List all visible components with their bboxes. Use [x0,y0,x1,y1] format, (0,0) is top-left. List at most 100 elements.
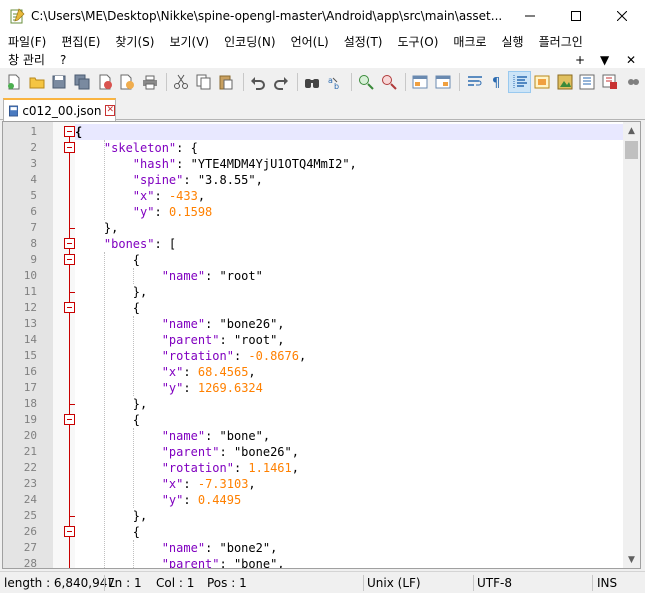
menu-item[interactable]: 플러그인 [531,33,590,50]
word-wrap-button[interactable] [464,72,485,92]
close-all-button[interactable] [117,72,138,92]
print-button[interactable] [139,72,160,92]
fold-toggle-icon[interactable] [64,238,75,249]
code-line[interactable]: { [75,124,623,140]
status-encoding[interactable]: UTF-8 [477,575,512,591]
document-map-button[interactable] [555,72,576,92]
code-line[interactable]: }, [75,220,623,236]
maximize-button[interactable] [553,0,599,32]
code-line[interactable]: "bones": [ [75,236,623,252]
menu-item[interactable]: 보기(V) [161,33,216,50]
sync-vertical-button[interactable] [410,72,431,92]
code-line[interactable]: { [75,524,623,540]
code-line[interactable]: "x": -7.3103, [75,476,623,492]
menu-item[interactable]: ? [52,53,73,67]
code-line[interactable]: "parent": "root", [75,332,623,348]
code-line[interactable]: }, [75,284,623,300]
tab-list-control[interactable]: ▼ [600,51,609,68]
menu-bar-row2: 창 관리? [0,51,645,68]
code-line[interactable]: { [75,252,623,268]
open-file-button[interactable] [27,72,48,92]
find-button[interactable] [302,72,323,92]
fold-toggle-icon[interactable] [64,142,75,153]
save-all-button[interactable] [72,72,93,92]
paste-button[interactable] [216,72,237,92]
menu-item[interactable]: 매크로 [445,33,493,50]
code-line[interactable]: "spine": "3.8.55", [75,172,623,188]
menu-item[interactable]: 찾기(S) [107,33,161,50]
code-line[interactable]: "name": "root" [75,268,623,284]
close-tab-icon[interactable]: ✕ [105,105,115,116]
code-line[interactable]: "name": "bone26", [75,316,623,332]
sync-vertical-icon [412,75,428,88]
document-tab[interactable]: c012_00.json ✕ [3,98,116,121]
menu-item[interactable]: 실행 [494,33,531,50]
indent-guide-button[interactable] [508,70,532,93]
save-button[interactable] [49,72,70,92]
vertical-scrollbar[interactable]: ▲ ▼ [623,122,640,568]
code-line[interactable]: "rotation": -0.8676, [75,348,623,364]
code-line[interactable]: "skeleton": { [75,140,623,156]
code-line[interactable]: }, [75,396,623,412]
close-document-control[interactable]: ✕ [626,51,636,68]
menu-item[interactable]: 도구(O) [390,33,446,50]
monitoring-button[interactable] [622,72,643,92]
cut-button[interactable] [171,72,192,92]
close-window-button[interactable] [599,0,645,32]
undo-button[interactable] [248,72,269,92]
fold-toggle-icon[interactable] [64,414,75,425]
code-line[interactable]: "y": 0.4495 [75,492,623,508]
replace-button[interactable]: ab [324,72,345,92]
fold-margin[interactable] [53,122,75,568]
code-line[interactable]: }, [75,508,623,524]
new-tab-control[interactable]: + [575,51,585,68]
menu-item[interactable]: 파일(F) [0,33,53,50]
new-file-button[interactable] [4,72,25,92]
fold-toggle-icon[interactable] [64,126,75,137]
svg-text:b: b [334,82,339,90]
fold-toggle-icon[interactable] [64,526,75,537]
close-file-button[interactable] [94,72,115,92]
code-line[interactable]: "hash": "YTE4MDM4YjU1OTQ4MmI2", [75,156,623,172]
code-line[interactable]: "parent": "bone", [75,556,623,568]
code-area[interactable]: { "skeleton": { "hash": "YTE4MDM4YjU1OTQ… [75,122,623,568]
scroll-down-icon[interactable]: ▼ [623,551,640,568]
printer-icon [142,75,157,89]
toolbar-separator [459,72,461,91]
scroll-thumb[interactable] [625,141,638,159]
code-line[interactable]: "y": 1269.6324 [75,380,623,396]
copy-button[interactable] [194,72,215,92]
code-line[interactable]: "x": -433, [75,188,623,204]
menu-item[interactable]: 언어(L) [283,33,336,50]
minimize-button[interactable] [507,0,553,32]
fold-toggle-icon[interactable] [64,254,75,265]
zoom-out-button[interactable] [379,72,400,92]
status-eol[interactable]: Unix (LF) [367,575,421,591]
code-line[interactable]: "name": "bone2", [75,540,623,556]
menu-item[interactable]: 인코딩(N) [216,33,282,50]
fold-toggle-icon[interactable] [64,302,75,313]
user-defined-language-button[interactable] [532,72,553,92]
sync-horizontal-button[interactable] [433,72,454,92]
code-line[interactable]: "parent": "bone26", [75,444,623,460]
function-list-button[interactable] [577,72,598,92]
code-line[interactable]: "name": "bone", [75,428,623,444]
close-file-icon [99,74,112,89]
code-line[interactable]: { [75,412,623,428]
zoom-in-button[interactable] [356,72,377,92]
menu-item[interactable]: 창 관리 [0,51,52,68]
menu-item[interactable]: 설정(T) [336,33,390,50]
show-all-characters-button[interactable]: ¶ [487,72,508,92]
editor[interactable]: 1 2 3 4 5 6 7 8 9 10 11 12 13 14 15 16 17 18 19 20 21 22 23 24 2… [2,121,641,569]
status-insert-mode[interactable]: INS [597,575,617,591]
menu-item[interactable]: 편집(E) [53,33,107,50]
folder-as-workspace-button[interactable] [600,72,621,92]
scroll-up-icon[interactable]: ▲ [623,122,640,139]
redo-button[interactable] [270,72,291,92]
code-token: "hash" [132,157,177,171]
code-line[interactable]: "rotation": 1.1461, [75,460,623,476]
code-line[interactable]: "x": 68.4565, [75,364,623,380]
code-line[interactable]: "y": 0.1598 [75,204,623,220]
code-line[interactable]: { [75,300,623,316]
